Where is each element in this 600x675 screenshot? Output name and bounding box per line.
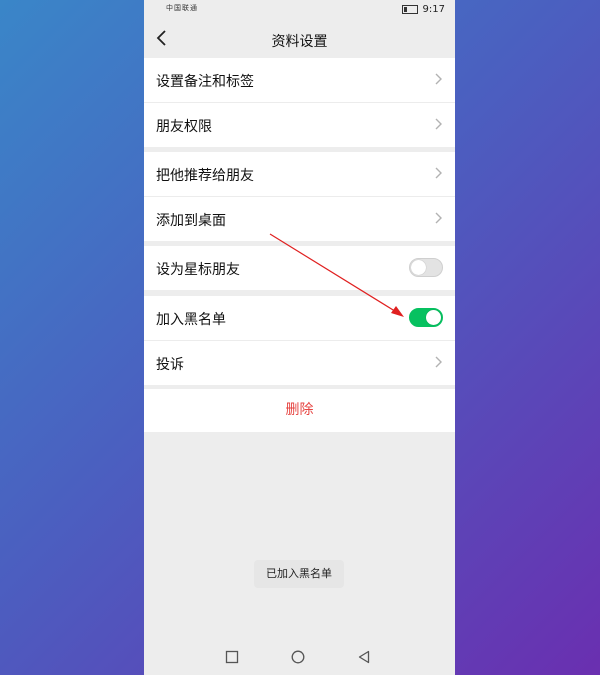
toast-message: 已加入黑名单 (254, 560, 344, 588)
clock-text: 9:17 (422, 4, 445, 15)
settings-group-1: 设置备注和标签 朋友权限 (144, 58, 455, 147)
settings-group-2: 把他推荐给朋友 添加到桌面 (144, 152, 455, 241)
top-navigation-bar: 资料设置 (144, 20, 455, 58)
status-right: 9:17 (401, 4, 445, 15)
row-complain[interactable]: 投诉 (144, 341, 455, 385)
toggle-knob (411, 260, 426, 275)
row-label: 设置备注和标签 (156, 74, 254, 90)
chevron-right-icon (435, 73, 442, 85)
row-remark-tags[interactable]: 设置备注和标签 (144, 58, 455, 103)
chevron-right-icon (435, 356, 442, 368)
row-label: 设为星标朋友 (156, 262, 240, 278)
row-label: 添加到桌面 (156, 213, 226, 229)
recent-apps-icon[interactable] (225, 650, 239, 664)
row-label: 朋友权限 (156, 119, 212, 135)
blacklist-toggle[interactable] (409, 308, 443, 327)
page-title: 资料设置 (271, 34, 328, 50)
row-label: 加入黑名单 (156, 312, 226, 328)
row-label: 把他推荐给朋友 (156, 168, 254, 184)
chevron-right-icon (435, 118, 442, 130)
row-label: 投诉 (156, 357, 184, 373)
carrier-text: 中国联通 (166, 4, 198, 12)
toggle-knob (426, 310, 441, 325)
row-star-friend: 设为星标朋友 (144, 246, 455, 290)
row-recommend-friend[interactable]: 把他推荐给朋友 (144, 152, 455, 197)
system-nav-bar (144, 640, 455, 675)
settings-group-4: 加入黑名单 投诉 (144, 296, 455, 385)
row-add-to-desktop[interactable]: 添加到桌面 (144, 197, 455, 241)
phone-screen: 中国联通 9:17 资料设置 设置备注和标签 朋友权限 把他推荐给朋友 添加到桌… (144, 0, 455, 675)
status-bar: 中国联通 9:17 (144, 0, 455, 20)
delete-button[interactable]: 删除 (144, 389, 455, 432)
delete-group: 删除 (144, 389, 455, 432)
settings-group-3: 设为星标朋友 (144, 246, 455, 290)
row-friend-permissions[interactable]: 朋友权限 (144, 103, 455, 147)
chevron-right-icon (435, 212, 442, 224)
battery-icon (401, 5, 418, 14)
row-blacklist: 加入黑名单 (144, 296, 455, 341)
chevron-right-icon (435, 167, 442, 179)
back-triangle-icon[interactable] (357, 650, 371, 664)
star-friend-toggle[interactable] (409, 258, 443, 277)
home-icon[interactable] (291, 650, 305, 664)
